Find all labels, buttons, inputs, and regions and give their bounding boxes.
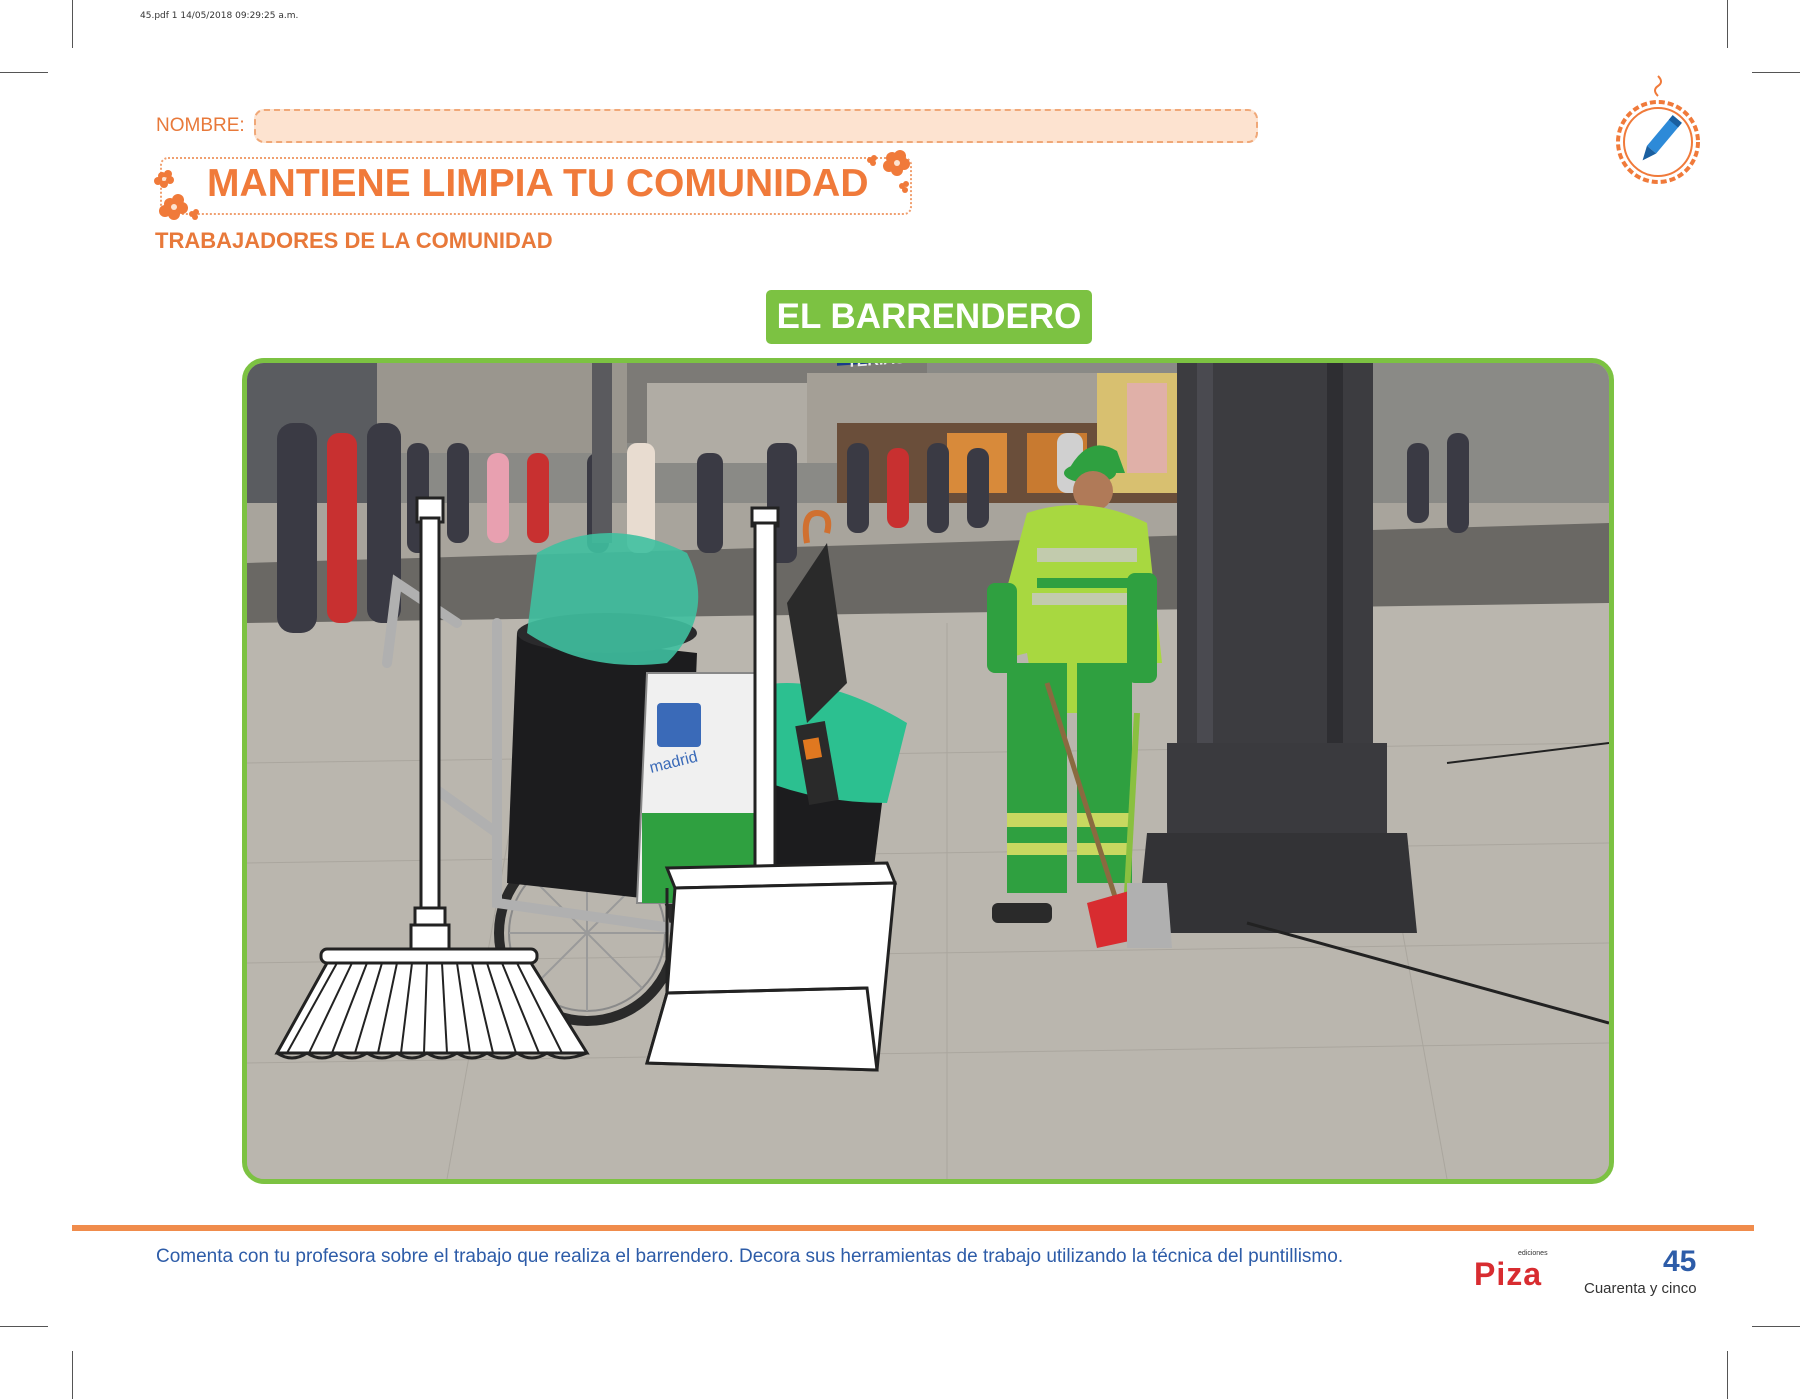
pencil-icon (1616, 75, 1700, 184)
activity-instruction: Comenta con tu profesora sobre el trabaj… (156, 1246, 1344, 1267)
footer-divider (72, 1225, 1754, 1231)
crop-mark (72, 1351, 73, 1399)
page-number-words: Cuarenta y cinco (1584, 1280, 1697, 1297)
page-subtitle: TRABAJADORES DE LA COMUNIDAD (155, 228, 553, 253)
page-title: MANTIENE LIMPIA TU COMUNIDAD (207, 162, 869, 205)
street-scene-illustration: TERIAS NUEVOS GUERRILLEROS (247, 363, 1609, 1179)
crop-mark (72, 0, 73, 48)
name-input-field[interactable] (254, 109, 1258, 143)
crop-mark (1727, 1351, 1728, 1399)
publisher-logo: ediciones Piza (1474, 1250, 1548, 1292)
page-number: 45 (1663, 1245, 1697, 1278)
crop-mark (0, 1326, 48, 1327)
flower-icon (867, 150, 910, 193)
crop-mark (1752, 1326, 1800, 1327)
nombre-label: NOMBRE: (156, 115, 245, 136)
crop-mark (1727, 0, 1728, 48)
flower-icon (154, 170, 199, 220)
sweeper-photo: TERIAS NUEVOS GUERRILLEROS (242, 358, 1614, 1184)
crop-mark (1752, 72, 1800, 73)
section-title-badge: EL BARRENDERO (766, 290, 1092, 344)
crop-mark (0, 72, 48, 73)
print-header: 45.pdf 1 14/05/2018 09:29:25 a.m. (140, 11, 299, 21)
